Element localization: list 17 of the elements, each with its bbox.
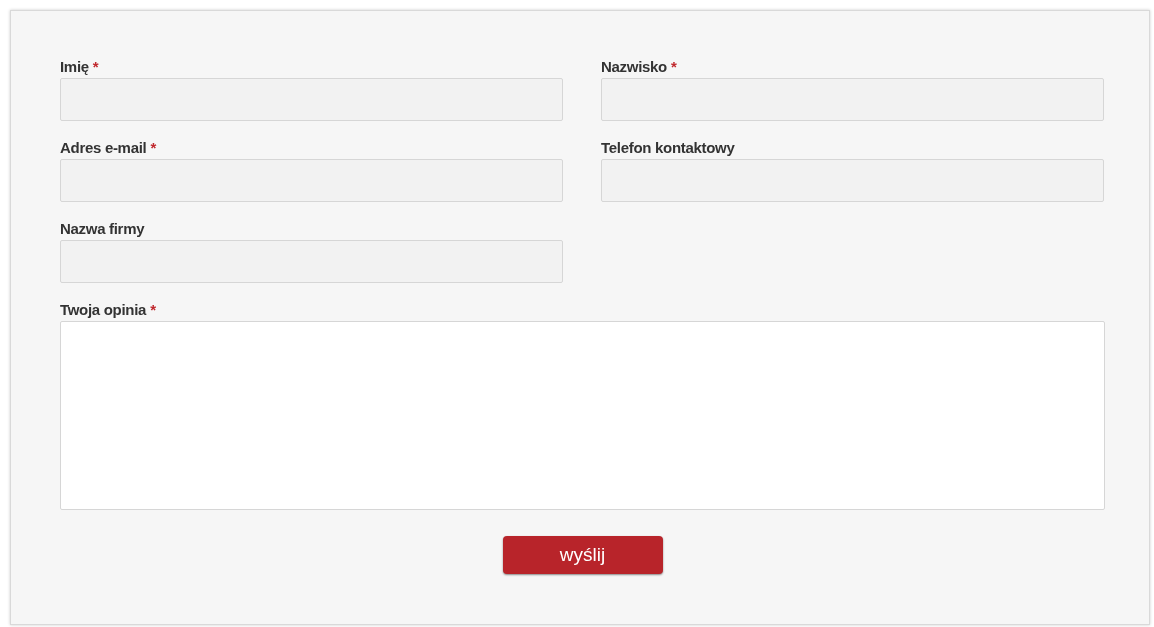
input-field[interactable] bbox=[60, 159, 563, 202]
field-label: Nazwa firmy bbox=[60, 220, 145, 237]
field-label: Telefon kontaktowy bbox=[601, 139, 735, 156]
required-marker: * bbox=[150, 139, 156, 156]
field-label: Adres e-mail bbox=[60, 139, 147, 156]
required-marker: * bbox=[670, 58, 677, 75]
field-label: Twoja opinia bbox=[60, 301, 147, 318]
submit-button[interactable]: wyślij bbox=[502, 536, 663, 574]
field-label: Nazwisko bbox=[601, 58, 667, 75]
input-field[interactable] bbox=[601, 78, 1104, 121]
required-marker: * bbox=[92, 58, 99, 75]
required-marker: * bbox=[150, 301, 156, 318]
input-field[interactable] bbox=[60, 78, 563, 121]
field-label: Imię bbox=[60, 58, 89, 75]
input-field[interactable] bbox=[601, 159, 1104, 202]
textarea-field[interactable] bbox=[60, 321, 1105, 510]
input-field[interactable] bbox=[60, 240, 563, 283]
